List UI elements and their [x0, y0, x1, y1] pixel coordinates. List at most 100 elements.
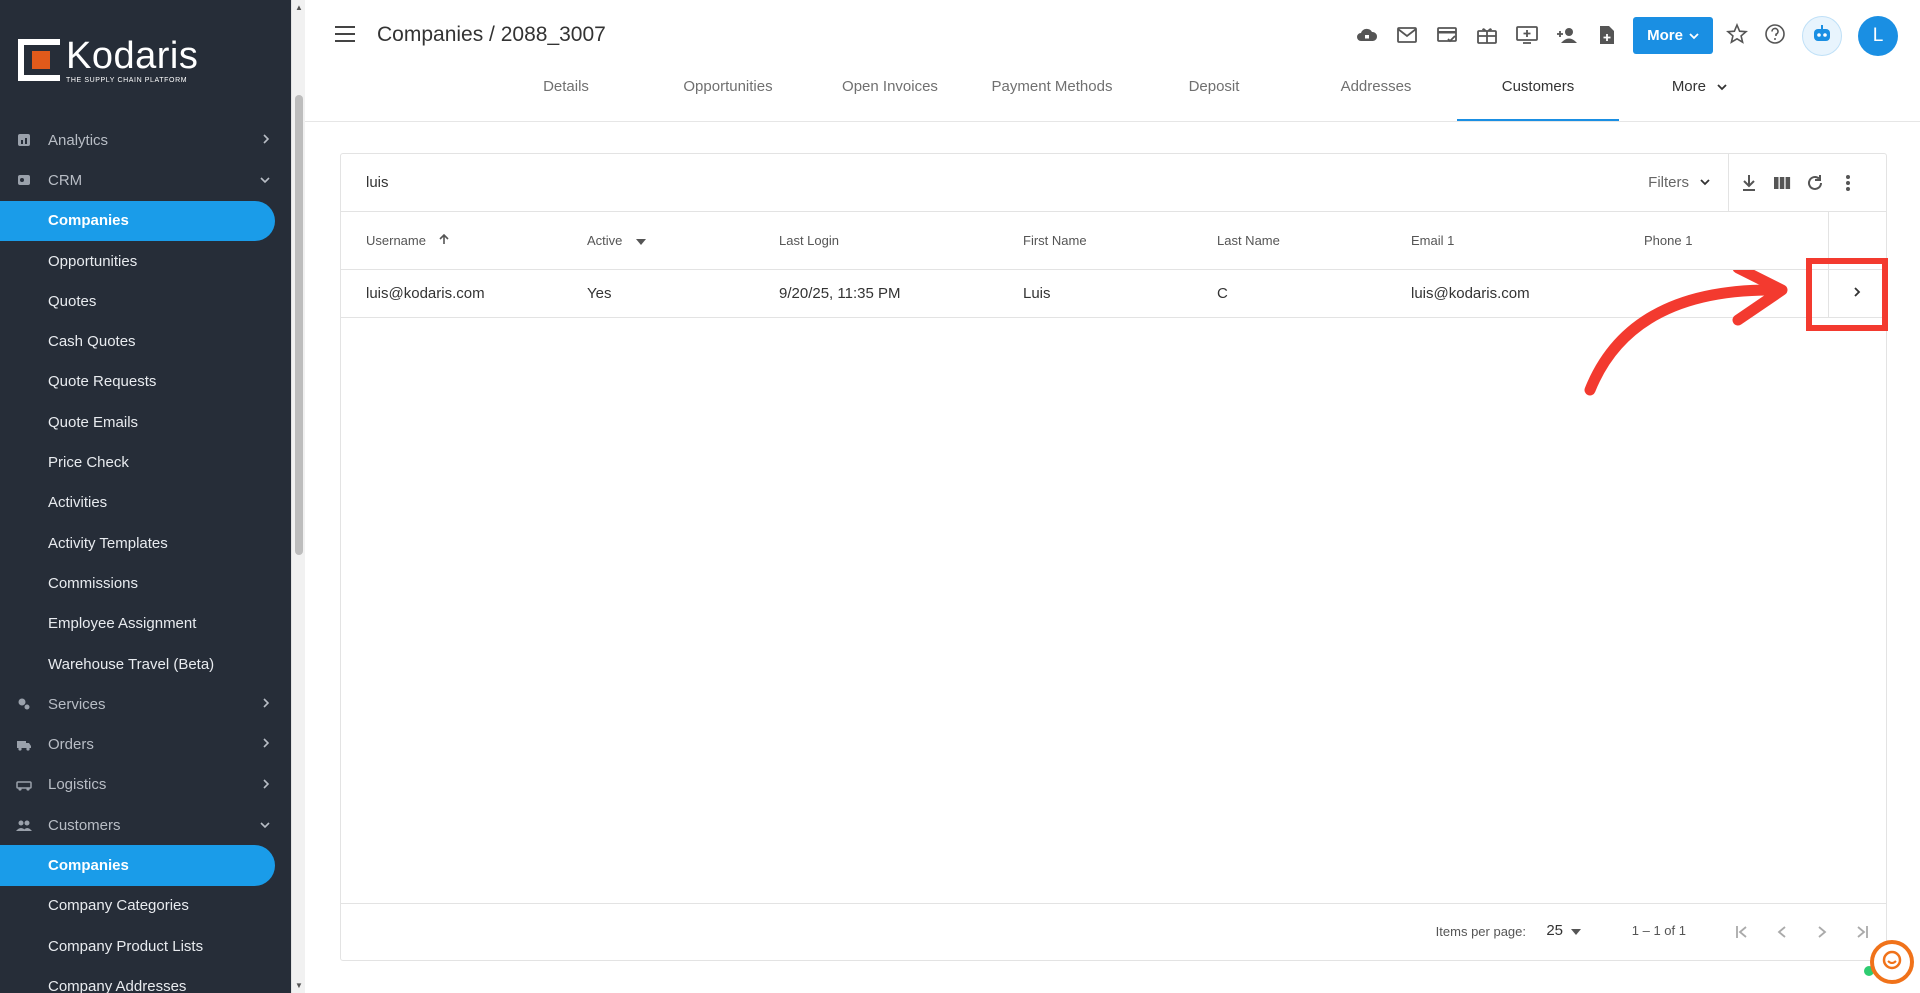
chevron-down-icon [259, 172, 271, 189]
kodaris-logo-icon [18, 39, 60, 81]
chevron-down-icon [1716, 79, 1728, 96]
sidebar-item-label: Analytics [48, 131, 109, 149]
orders-icon [16, 738, 32, 752]
add-person-icon[interactable] [1556, 24, 1578, 46]
scroll-down-icon[interactable]: ▼ [295, 981, 303, 990]
sidebar-item-company-product-lists[interactable]: Company Product Lists [0, 926, 291, 966]
tab-more[interactable]: More [1619, 78, 1781, 121]
sidebar-item-activity-templates[interactable]: Activity Templates [0, 523, 291, 563]
sidebar-item-quote-emails[interactable]: Quote Emails [0, 402, 291, 442]
sidebar-item-price-check[interactable]: Price Check [0, 442, 291, 482]
search-input[interactable]: luis [366, 174, 389, 191]
sidebar-item-customer-companies[interactable]: Companies [0, 845, 275, 886]
tab-deposit[interactable]: Deposit [1133, 78, 1295, 121]
tab-open-invoices[interactable]: Open Invoices [809, 78, 971, 121]
cell-first-name: Luis [1023, 269, 1217, 318]
chevron-down-icon [1699, 174, 1711, 191]
avatar[interactable]: L [1858, 16, 1898, 56]
more-vert-icon[interactable] [1838, 173, 1858, 193]
sidebar-item-label: Logistics [48, 776, 107, 794]
last-page-icon[interactable] [1850, 920, 1874, 944]
more-button[interactable]: More [1633, 17, 1713, 54]
brand-tagline: THE SUPPLY CHAIN PLATFORM [66, 76, 188, 84]
sidebar-scrollbar[interactable]: ▲ ▼ [291, 0, 305, 993]
sidebar-item-company-categories[interactable]: Company Categories [0, 886, 291, 926]
scroll-up-icon[interactable]: ▲ [295, 3, 303, 12]
sidebar-item-customers[interactable]: Customers [0, 805, 291, 845]
chat-icon [1881, 949, 1903, 976]
refresh-icon[interactable] [1805, 173, 1825, 193]
filters-label: Filters [1648, 174, 1689, 191]
add-document-icon[interactable] [1596, 24, 1618, 46]
help-icon[interactable] [1764, 23, 1786, 50]
sidebar-item-quotes[interactable]: Quotes [0, 281, 291, 321]
previous-page-icon[interactable] [1770, 920, 1794, 944]
search-toolbar: luis Filters [341, 154, 1886, 212]
star-icon[interactable] [1726, 22, 1748, 50]
header-user-area: L [1726, 16, 1898, 56]
sidebar-item-opportunities[interactable]: Opportunities [0, 241, 291, 281]
columns-icon[interactable] [1772, 173, 1792, 193]
sidebar-item-quote-requests[interactable]: Quote Requests [0, 362, 291, 402]
download-icon[interactable] [1739, 173, 1759, 193]
tab-addresses[interactable]: Addresses [1295, 78, 1457, 121]
assistant-bot-button[interactable] [1802, 16, 1842, 56]
col-username[interactable]: Username [341, 212, 587, 270]
card-check-icon[interactable] [1436, 24, 1458, 46]
col-email-1[interactable]: Email 1 [1411, 212, 1644, 270]
col-last-name[interactable]: Last Name [1217, 212, 1411, 270]
cell-username: luis@kodaris.com [341, 269, 587, 318]
detail-tabs: Details Opportunities Open Invoices Paym… [485, 78, 1781, 121]
filters-dropdown[interactable]: Filters [1648, 174, 1711, 191]
sidebar: Kodaris THE SUPPLY CHAIN PLATFORM Analyt… [0, 0, 291, 993]
col-active[interactable]: Active [587, 212, 779, 270]
col-first-name[interactable]: First Name [1023, 212, 1217, 270]
sidebar-item-warehouse-travel[interactable]: Warehouse Travel (Beta) [0, 644, 291, 684]
sidebar-item-companies[interactable]: Companies [0, 200, 275, 241]
col-phone-1[interactable]: Phone 1 [1644, 212, 1828, 270]
sidebar-item-crm[interactable]: CRM [0, 160, 291, 200]
page-header: Companies / 2088_3007 More L Details Opp… [305, 0, 1920, 122]
sidebar-item-logistics[interactable]: Logistics [0, 765, 291, 805]
sidebar-item-company-addresses[interactable]: Company Addresses [0, 966, 291, 993]
chat-widget-button[interactable] [1870, 940, 1914, 984]
hamburger-menu-icon[interactable] [335, 26, 355, 47]
sidebar-item-orders[interactable]: Orders [0, 724, 291, 764]
sidebar-item-activities[interactable]: Activities [0, 483, 291, 523]
sidebar-item-label: Customers [48, 816, 121, 834]
sidebar-nav: Analytics CRM Companies Opportunities Qu… [0, 120, 291, 993]
header-actions [1356, 24, 1658, 46]
tab-payment-methods[interactable]: Payment Methods [971, 78, 1133, 121]
logistics-icon [16, 778, 32, 792]
tab-details[interactable]: Details [485, 78, 647, 121]
sidebar-item-analytics[interactable]: Analytics [0, 120, 291, 160]
chevron-down-icon [259, 817, 271, 834]
brand-logo[interactable]: Kodaris THE SUPPLY CHAIN PLATFORM [0, 0, 291, 120]
chevron-right-icon [261, 132, 271, 149]
first-page-icon[interactable] [1730, 920, 1754, 944]
scrollbar-thumb[interactable] [295, 95, 303, 555]
tab-opportunities[interactable]: Opportunities [647, 78, 809, 121]
caret-down-icon [636, 233, 647, 248]
items-per-page-select[interactable]: 25 [1546, 922, 1581, 939]
table-tools [1739, 173, 1858, 193]
annotation-arrow [1584, 270, 1788, 396]
cell-active: Yes [587, 269, 779, 318]
sidebar-item-commissions[interactable]: Commissions [0, 563, 291, 603]
cell-last-name: C [1217, 269, 1411, 318]
add-screen-icon[interactable] [1516, 24, 1538, 46]
next-page-icon[interactable] [1810, 920, 1834, 944]
tab-customers[interactable]: Customers [1457, 78, 1619, 121]
col-last-login[interactable]: Last Login [779, 212, 1023, 270]
sidebar-item-label: Services [48, 695, 106, 713]
sort-ascending-icon [438, 233, 450, 248]
mail-icon[interactable] [1396, 24, 1418, 46]
sidebar-item-employee-assignment[interactable]: Employee Assignment [0, 604, 291, 644]
caret-down-icon [1571, 922, 1581, 939]
sidebar-item-cash-quotes[interactable]: Cash Quotes [0, 321, 291, 361]
sidebar-item-services[interactable]: Services [0, 684, 291, 724]
cloud-lock-icon[interactable] [1356, 24, 1378, 46]
gift-card-icon[interactable] [1476, 24, 1498, 46]
chevron-right-icon [261, 696, 271, 713]
crm-icon [16, 173, 32, 187]
